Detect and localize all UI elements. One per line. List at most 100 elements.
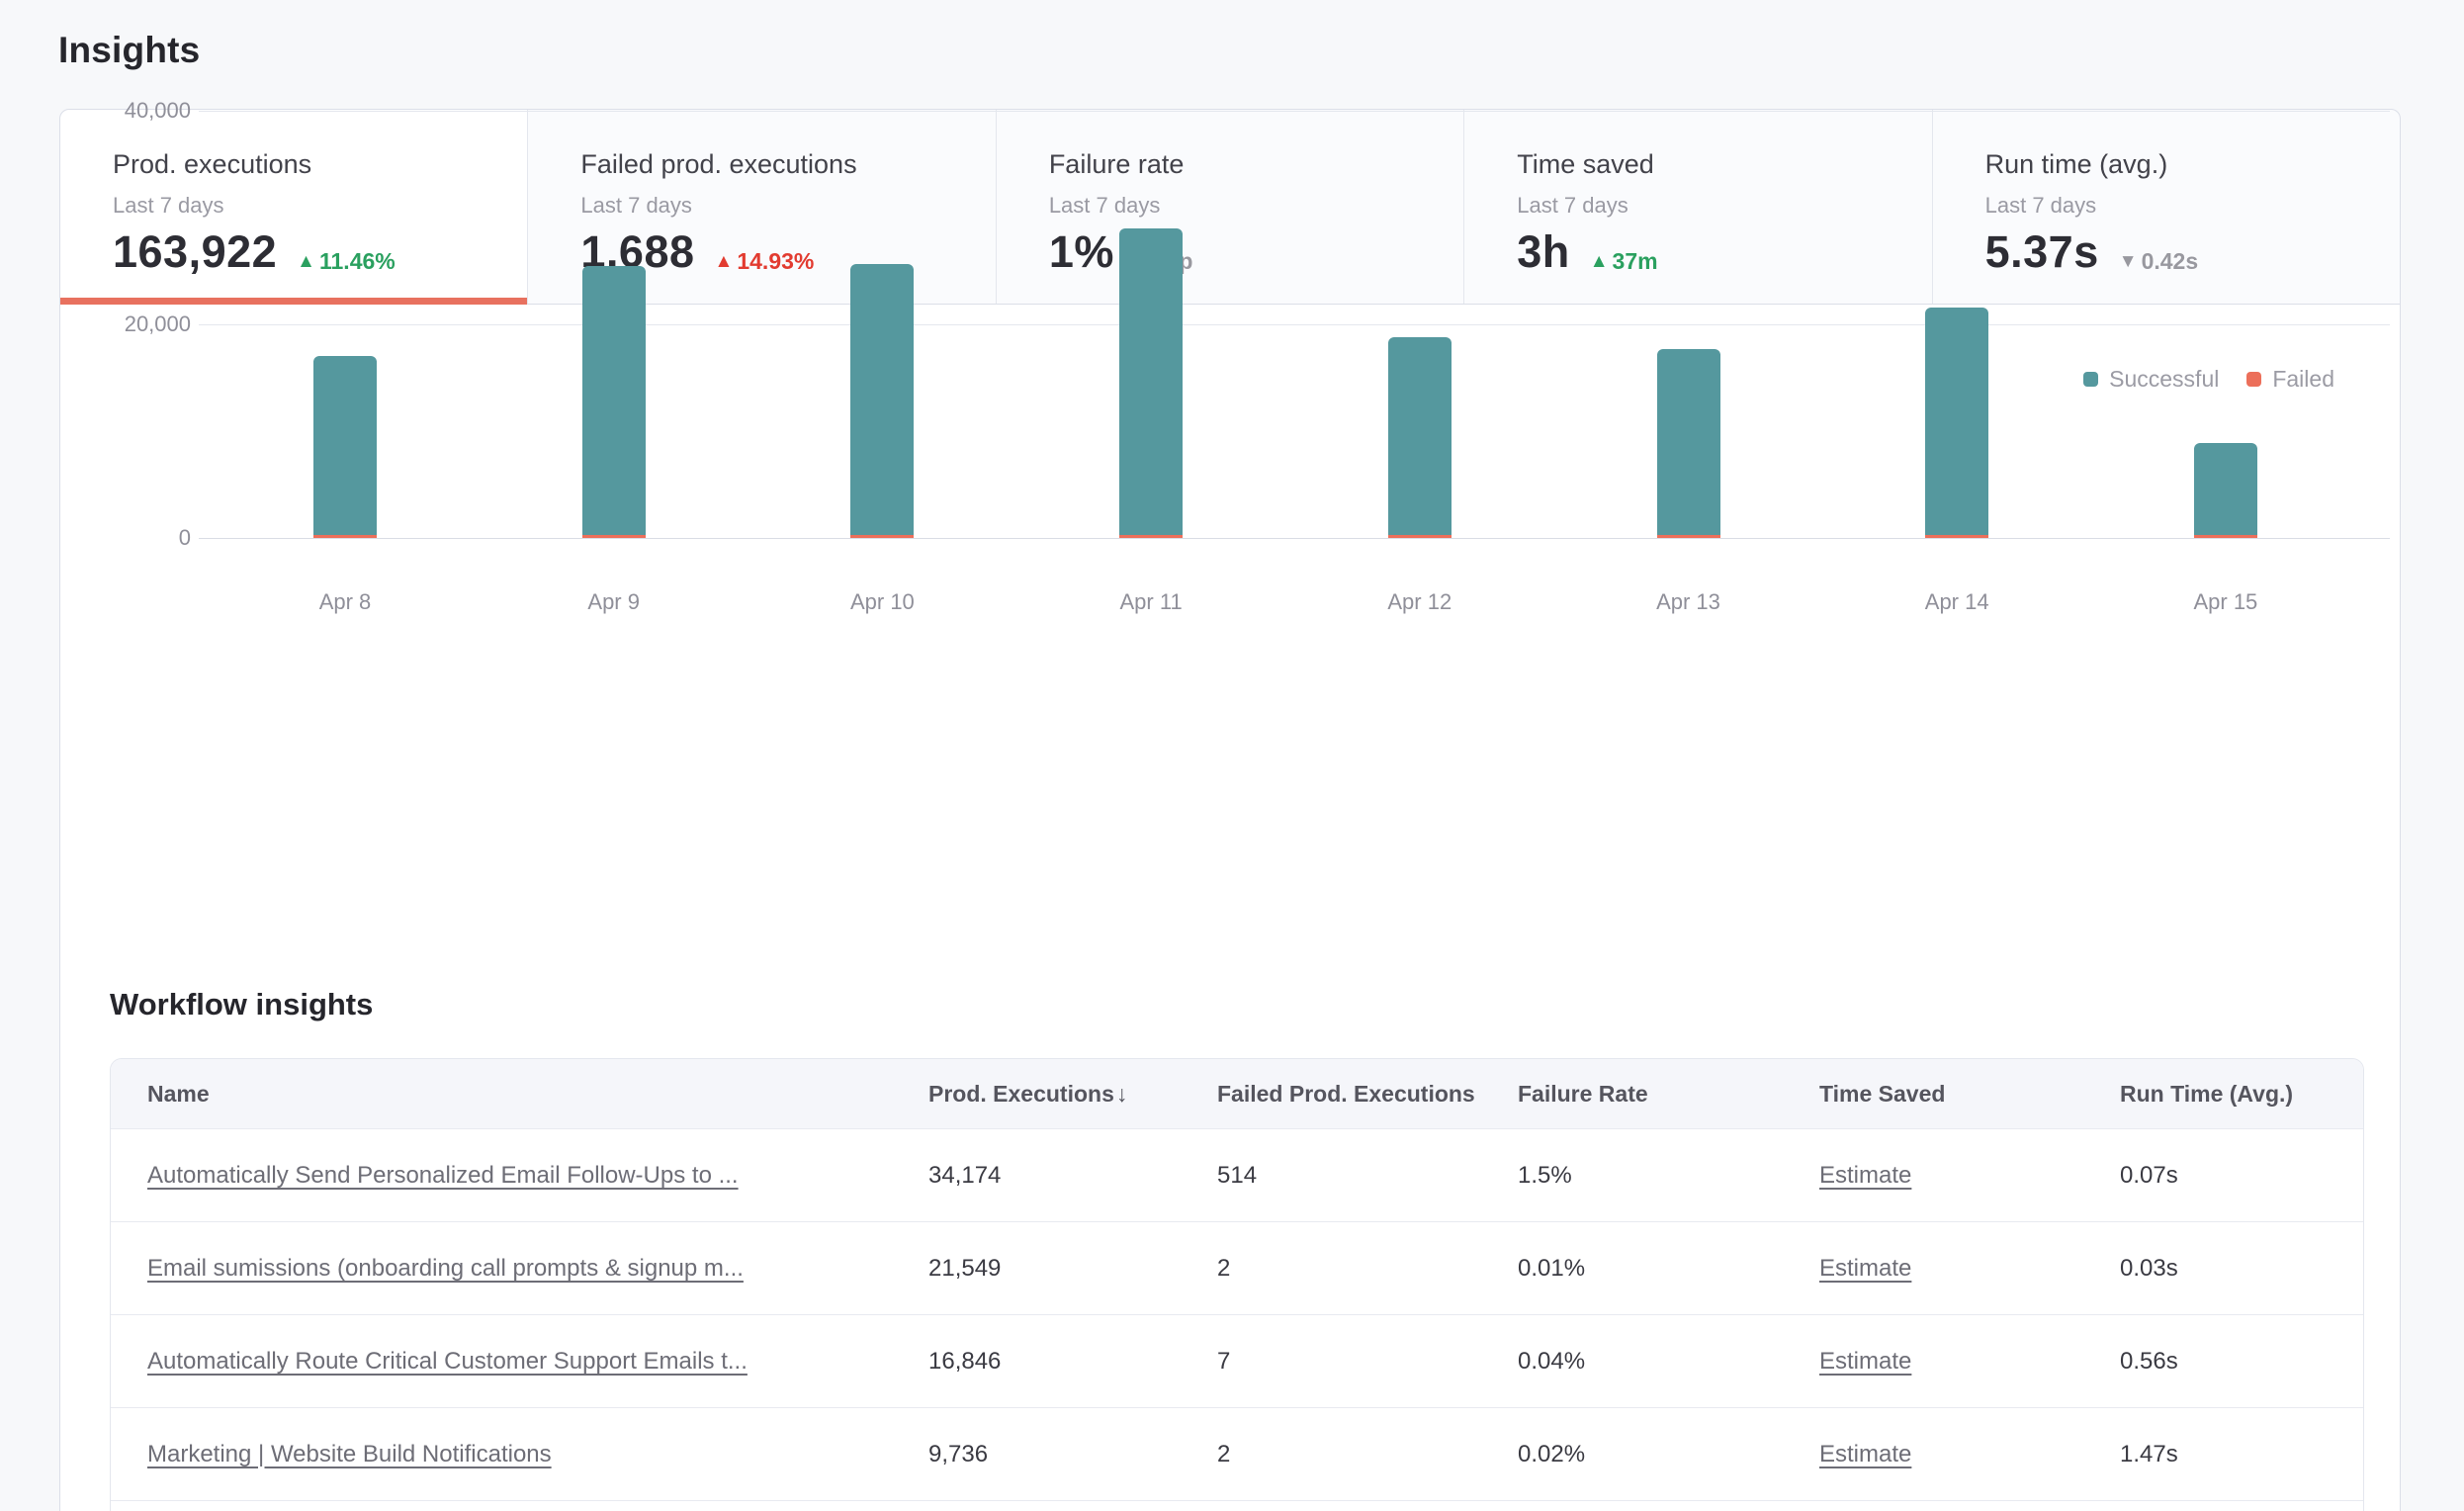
workflow-insights-heading: Workflow insights — [110, 987, 373, 1022]
active-tab-indicator — [60, 298, 527, 305]
y-axis-tick: 0 — [68, 525, 191, 551]
column-header-failed-prod-executions[interactable]: Failed Prod. Executions — [1217, 1081, 1518, 1108]
metric-card-row: Prod. executionsLast 7 days163,922▲11.46… — [59, 109, 2401, 305]
bar-failed-apr-8[interactable] — [313, 535, 377, 538]
estimate-link[interactable]: Estimate — [1819, 1255, 1911, 1282]
metric-card-delta-value: 11.46% — [319, 248, 396, 275]
column-header-name[interactable]: Name — [111, 1081, 928, 1108]
bar-successful-apr-8[interactable] — [313, 356, 377, 535]
metric-card-subtitle: Last 7 days — [113, 193, 507, 219]
bar-successful-apr-14[interactable] — [1925, 308, 1988, 535]
metric-card-prod-executions[interactable]: Prod. executionsLast 7 days163,922▲11.46… — [60, 110, 527, 304]
bar-failed-apr-13[interactable] — [1657, 535, 1720, 538]
bar-failed-apr-12[interactable] — [1388, 535, 1452, 538]
metric-card-value-row: 5.37s▼0.42s — [1985, 226, 2199, 278]
table-row: Email sumissions (onboarding call prompt… — [111, 1221, 2363, 1314]
metric-card-title: Failure rate — [1049, 149, 1444, 180]
table-header-row: NameProd. Executions↓Failed Prod. Execut… — [111, 1059, 2363, 1128]
metric-card-delta-value: 0.42s — [2142, 248, 2199, 275]
gridline-40000 — [199, 111, 2390, 112]
y-axis-tick: 40,000 — [68, 98, 191, 124]
column-header-failure-rate[interactable]: Failure Rate — [1518, 1081, 1819, 1108]
prod-executions-cell: 16,846 — [928, 1348, 1217, 1376]
metric-card-delta-value: 14.93% — [737, 248, 814, 275]
metric-card-subtitle: Last 7 days — [1517, 193, 1911, 219]
bar-failed-apr-14[interactable] — [1925, 535, 1988, 538]
metric-card-value-row: 3h▲37m — [1517, 226, 1657, 278]
workflow-name-cell: Automatically Send Personalized Email Fo… — [111, 1162, 928, 1190]
metric-card-failure-rate[interactable]: Failure rateLast 7 days1%▶0pp — [996, 110, 1463, 304]
metric-card-value: 1% — [1049, 226, 1114, 278]
legend-item-successful[interactable]: Successful — [2083, 366, 2219, 393]
workflow-name-cell: Automatically Route Critical Customer Su… — [111, 1348, 928, 1376]
workflow-name-link[interactable]: Marketing | Website Build Notifications — [147, 1441, 552, 1467]
workflow-name-link[interactable]: Automatically Send Personalized Email Fo… — [147, 1162, 739, 1189]
failure-rate-cell: 1.5% — [1518, 1162, 1819, 1190]
metric-card-time-saved[interactable]: Time saved Last 7 days 3h▲37m — [1463, 110, 1931, 304]
legend-swatch-successful — [2083, 372, 2098, 387]
table-row-partial — [111, 1500, 2363, 1511]
x-axis-tick: Apr 10 — [798, 589, 966, 615]
metric-card-delta: ▲14.93% — [715, 248, 815, 275]
insights-page: Insights Prod. executionsLast 7 days163,… — [0, 0, 2464, 1511]
metric-card-delta: ▲11.46% — [297, 248, 396, 275]
trend-down-icon: ▼ — [2119, 252, 2138, 271]
metric-card-subtitle: Last 7 days — [1049, 193, 1444, 219]
metric-card-title: Time saved — [1517, 149, 1911, 180]
x-axis-tick: Apr 9 — [530, 589, 698, 615]
metric-card-delta: ▼0.42s — [2119, 248, 2198, 275]
metric-card-subtitle: Last 7 days — [1985, 193, 2380, 219]
executions-bar-chart: SuccessfulFailed020,00040,000Apr 8Apr 9A… — [60, 305, 2400, 997]
time-saved-cell: Estimate — [1819, 1441, 2120, 1468]
gridline-20000 — [199, 324, 2390, 325]
metric-card-delta: ▲37m — [1590, 248, 1658, 275]
failure-rate-cell: 0.04% — [1518, 1348, 1819, 1376]
bar-successful-apr-13[interactable] — [1657, 349, 1720, 535]
bar-successful-apr-12[interactable] — [1388, 337, 1452, 535]
x-axis-tick: Apr 14 — [1873, 589, 2041, 615]
prod-executions-cell: 21,549 — [928, 1255, 1217, 1283]
time-saved-cell: Estimate — [1819, 1162, 2120, 1190]
legend-label: Successful — [2109, 366, 2219, 393]
workflow-name-link[interactable]: Automatically Route Critical Customer Su… — [147, 1348, 748, 1375]
bar-successful-apr-9[interactable] — [582, 266, 646, 535]
bar-failed-apr-10[interactable] — [850, 535, 914, 538]
column-header-prod-executions[interactable]: Prod. Executions↓ — [928, 1081, 1217, 1108]
failure-rate-cell: 0.02% — [1518, 1441, 1819, 1468]
trend-up-icon: ▲ — [1590, 252, 1609, 271]
failure-rate-cell: 0.01% — [1518, 1255, 1819, 1283]
x-axis-tick: Apr 12 — [1336, 589, 1504, 615]
table-row: Automatically Route Critical Customer Su… — [111, 1314, 2363, 1407]
run-time-cell: 1.47s — [2120, 1441, 2364, 1468]
page-title: Insights — [58, 30, 200, 71]
x-axis-tick: Apr 13 — [1605, 589, 1773, 615]
estimate-link[interactable]: Estimate — [1819, 1348, 1911, 1375]
bar-successful-apr-11[interactable] — [1119, 228, 1183, 535]
legend-item-failed[interactable]: Failed — [2246, 366, 2334, 393]
bar-failed-apr-11[interactable] — [1119, 535, 1183, 538]
metric-card-delta-value: 37m — [1613, 248, 1658, 275]
sort-descending-icon: ↓ — [1116, 1081, 1128, 1107]
column-header-run-time-avg-[interactable]: Run Time (Avg.) — [2120, 1081, 2364, 1108]
metric-card-title: Run time (avg.) — [1985, 149, 2380, 180]
x-axis-tick: Apr 8 — [261, 589, 429, 615]
metric-card-value: 163,922 — [113, 226, 277, 278]
bar-failed-apr-9[interactable] — [582, 535, 646, 538]
column-header-time-saved[interactable]: Time Saved — [1819, 1081, 2120, 1108]
legend-swatch-failed — [2246, 372, 2261, 387]
chart-legend: Successful Failed — [2083, 366, 2334, 393]
metric-card-run-time-avg[interactable]: Run time (avg.) Last 7 days 5.37s▼0.42s — [1932, 110, 2400, 304]
bar-failed-apr-15[interactable] — [2194, 535, 2257, 538]
estimate-link[interactable]: Estimate — [1819, 1441, 1911, 1467]
insights-panel: SuccessfulFailed020,00040,000Apr 8Apr 9A… — [59, 305, 2401, 1511]
failed-prod-executions-cell: 2 — [1217, 1441, 1518, 1468]
bar-successful-apr-15[interactable] — [2194, 443, 2257, 535]
workflow-name-cell: Marketing | Website Build Notifications — [111, 1441, 928, 1468]
workflow-name-link[interactable]: Email sumissions (onboarding call prompt… — [147, 1255, 744, 1282]
failed-prod-executions-cell: 7 — [1217, 1348, 1518, 1376]
run-time-cell: 0.56s — [2120, 1348, 2364, 1376]
estimate-link[interactable]: Estimate — [1819, 1162, 1911, 1189]
workflow-name-cell: Email sumissions (onboarding call prompt… — [111, 1255, 928, 1283]
bar-successful-apr-10[interactable] — [850, 264, 914, 535]
time-saved-cell: Estimate — [1819, 1255, 2120, 1283]
